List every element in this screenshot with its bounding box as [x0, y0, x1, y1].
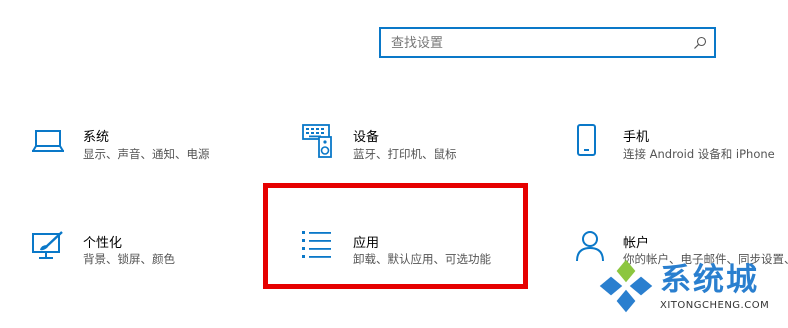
phone-icon [577, 124, 596, 156]
settings-tile-devices[interactable]: 设备 蓝牙、打印机、鼠标 [302, 124, 532, 172]
highlight-box [263, 183, 528, 289]
personalization-title: 个性化 [83, 236, 123, 251]
laptop-icon [32, 130, 64, 152]
devices-title: 设备 [353, 130, 380, 145]
keyboard-speaker-icon [302, 124, 332, 158]
watermark-logo-icon [599, 259, 653, 313]
personalization-desc: 背景、锁屏、颜色 [83, 252, 175, 266]
search-box[interactable] [379, 27, 716, 58]
system-desc: 显示、声音、通知、电源 [83, 147, 210, 161]
watermark-text: 系统城 [660, 262, 759, 298]
settings-tile-personalization[interactable]: 个性化 背景、锁屏、颜色 [31, 230, 261, 278]
search-icon[interactable] [693, 36, 707, 50]
paint-monitor-icon [32, 231, 63, 259]
search-input[interactable] [391, 33, 681, 53]
settings-tile-phone[interactable]: 手机 连接 Android 设备和 iPhone [575, 124, 788, 172]
devices-desc: 蓝牙、打印机、鼠标 [353, 147, 457, 161]
settings-tile-system[interactable]: 系统 显示、声音、通知、电源 [31, 124, 261, 172]
phone-title: 手机 [623, 130, 650, 145]
system-title: 系统 [83, 130, 110, 145]
phone-desc: 连接 Android 设备和 iPhone [623, 147, 775, 161]
watermark: 系统城 XITONGCHENG.COM [596, 246, 788, 328]
watermark-url: XITONGCHENG.COM [660, 300, 770, 311]
